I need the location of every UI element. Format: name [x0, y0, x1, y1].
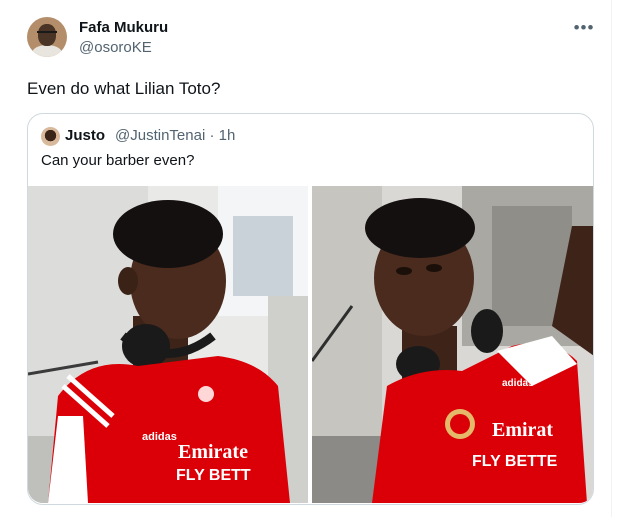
photo-2-sponsor-line1: Emirat: [492, 419, 553, 441]
author-display-name[interactable]: Fafa Mukuru: [79, 19, 168, 37]
photo-1[interactable]: adidas Emirate FLY BETT: [28, 186, 308, 503]
quoted-author-name: Justo: [65, 127, 106, 144]
quoted-tweet[interactable]: Justo @JustinTenai · 1h Can your barber …: [27, 113, 594, 505]
avatar-body-shape: [32, 45, 62, 57]
photo-1-image: adidas Emirate FLY BETT: [28, 186, 308, 503]
photo-2-sponsor-line2: FLY BETTE: [472, 453, 558, 470]
tweet[interactable]: Fafa Mukuru @osoroKE ••• Even do what Li…: [0, 0, 611, 517]
photo-2-image: adidas Emirat FLY BETTE: [312, 186, 593, 503]
more-options-button[interactable]: •••: [570, 17, 598, 39]
photo-1-sponsor-line2: FLY BETT: [176, 467, 251, 484]
quoted-tweet-text: Can your barber even?: [41, 152, 195, 169]
quoted-author-meta: @JustinTenai · 1h: [115, 127, 235, 145]
meta-separator: ·: [209, 127, 215, 144]
quoted-author-handle: @JustinTenai: [115, 127, 206, 144]
photo-2[interactable]: adidas Emirat FLY BETTE: [312, 186, 593, 503]
photo-1-sponsor-line1: Emirate: [178, 441, 248, 463]
quoted-timestamp: 1h: [218, 127, 236, 144]
avatar-glasses-shape: [37, 31, 57, 35]
avatar-face-shape: [38, 24, 56, 46]
adidas-logo-2: adidas: [502, 378, 534, 389]
author-avatar[interactable]: [27, 17, 67, 57]
more-horizontal-icon: •••: [573, 18, 595, 37]
adidas-logo: adidas: [142, 431, 177, 443]
author-handle[interactable]: @osoroKE: [79, 39, 152, 57]
column-divider: [611, 0, 612, 517]
quoted-author-avatar: [41, 127, 60, 146]
tweet-text: Even do what Lilian Toto?: [27, 79, 221, 98]
